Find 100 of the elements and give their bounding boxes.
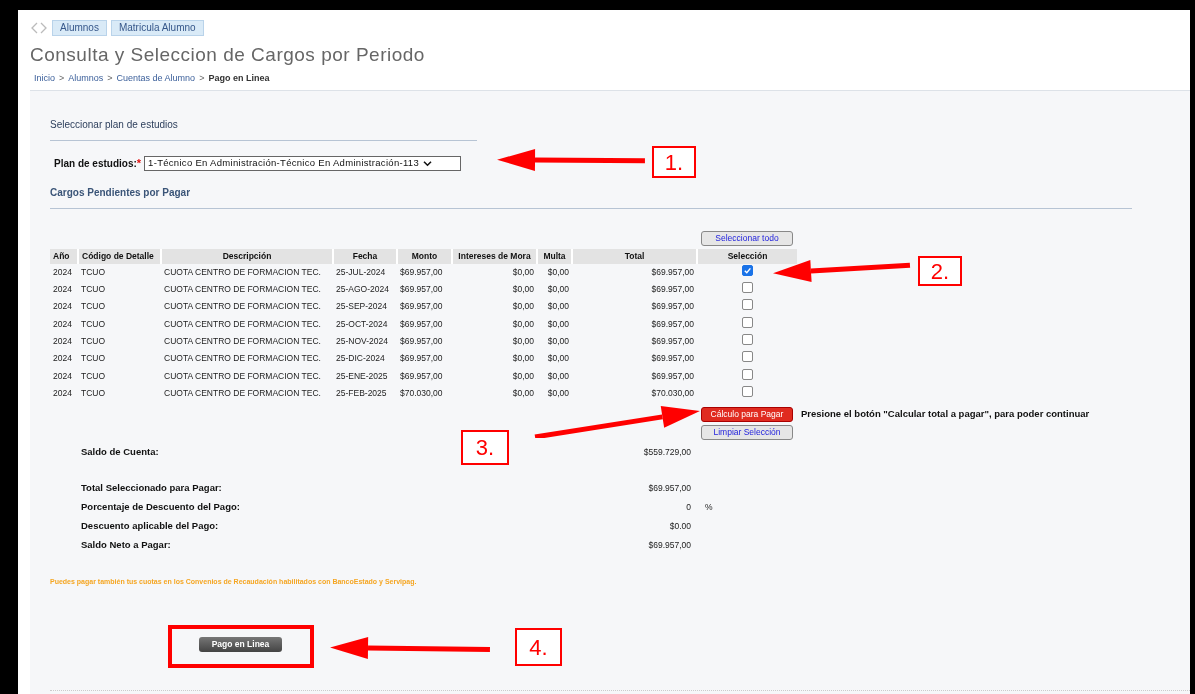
table-cell-text: $0,00 (511, 334, 535, 348)
breadcrumb-link[interactable]: Cuentas de Alumno (116, 72, 196, 84)
table-cell-text: 2024 (52, 300, 73, 314)
checkbox[interactable] (741, 265, 753, 277)
table-cell-text: 2024 (52, 334, 73, 348)
checkbox[interactable] (741, 368, 753, 380)
instruction-text: Presione el botón "Calcular total a pagar", para poder continuar (801, 407, 1090, 422)
checkbox[interactable] (741, 333, 753, 345)
breadcrumb-link[interactable]: Alumnos (68, 72, 104, 84)
summary-value: $559.729,00 (643, 446, 691, 459)
section-heading: Cargos Pendientes por Pagar (50, 186, 191, 198)
table-cell-text: TCUO (80, 369, 107, 383)
column-header: Descripción (161, 248, 333, 264)
column-header: Multa (537, 248, 572, 264)
checkbox[interactable] (741, 282, 753, 294)
table-cell: $0,00 (537, 263, 572, 281)
table-cell-text: 25-SEP-2024 (335, 300, 389, 314)
table-cell-text: $69.957,00 (650, 369, 695, 383)
unit-label: % (705, 501, 713, 514)
summary-label: Saldo Neto a Pagar: (81, 538, 172, 553)
table-cell-text: CUOTA CENTRO DE FORMACION TEC. (163, 317, 322, 331)
table-cell-text: 25-AGO-2024 (335, 283, 390, 297)
select-all-button[interactable]: Seleccionar todo (701, 230, 793, 246)
required-mark: * (136, 156, 142, 171)
checkbox[interactable] (741, 385, 753, 397)
table-cell-text: TCUO (80, 300, 107, 314)
table-cell-text: TCUO (80, 283, 107, 297)
back-forward-icon[interactable] (30, 22, 48, 34)
table-cell-text: 2024 (52, 369, 73, 383)
summary-label: Saldo de Cuenta: (81, 445, 160, 460)
plan-select[interactable]: 1-Técnico En Administración-Técnico En Administración-113 (144, 155, 462, 171)
column-header: Total (572, 248, 697, 264)
table-cell-text: $69.957,00 (399, 369, 444, 383)
table-cell-text: $0,00 (546, 386, 570, 400)
checkbox[interactable] (741, 351, 753, 363)
nav-tab[interactable]: Matricula Alumno (110, 20, 204, 36)
column-header: Monto (397, 248, 452, 264)
table-cell-text: 25-FEB-2025 (335, 386, 388, 400)
table-cell-text: $69.957,00 (650, 300, 695, 314)
table-cell-text: TCUO (80, 317, 107, 331)
summary-value: $69.957,00 (648, 482, 691, 495)
table-cell-text: $69.957,00 (399, 317, 444, 331)
summary-label: Descuento aplicable del Pago: (81, 519, 220, 534)
table-cell: 2024 (50, 263, 78, 281)
table-cell-text: $0,00 (511, 352, 535, 366)
table-cell-text: $0,00 (546, 352, 570, 366)
calculate-button[interactable]: Cálculo para Pagar (701, 406, 793, 422)
breadcrumb-separator: > (59, 72, 65, 84)
summary-value: $0.00 (669, 520, 691, 533)
table-cell-text: $69.957,00 (399, 300, 444, 314)
section-heading: Seleccionar plan de estudios (50, 119, 178, 130)
breadcrumb-link[interactable]: Inicio (34, 72, 55, 84)
table-cell-text: $0,00 (546, 369, 570, 383)
table-cell-text: $0,00 (546, 334, 570, 348)
breadcrumb-current: Pago en Linea (208, 72, 270, 84)
table-cell-text: $0,00 (546, 300, 570, 314)
table-cell-text: 25-ENE-2025 (335, 369, 389, 383)
summary-value: $69.957,00 (648, 539, 691, 552)
table-cell-text: 2024 (52, 352, 73, 366)
table-cell-text: $0,00 (546, 283, 570, 297)
column-header: Selección (697, 248, 797, 264)
online-payment-button[interactable]: Pago en Linea (199, 637, 282, 653)
table-cell-text: CUOTA CENTRO DE FORMACION TEC. (163, 386, 322, 400)
step-number: 2. (918, 256, 962, 286)
table-cell-text: CUOTA CENTRO DE FORMACION TEC. (163, 334, 322, 348)
nav-tab[interactable]: Alumnos (52, 20, 107, 36)
step-number: 4. (515, 628, 562, 666)
column-header: Intereses de Mora (452, 248, 537, 264)
step-number: 3. (461, 430, 509, 465)
table-cell-text: $70.030,00 (399, 386, 444, 400)
summary-label: Porcentaje de Descuento del Pago: (81, 500, 241, 515)
clear-selection-button[interactable]: Limpiar Selección (701, 424, 793, 440)
table-cell-text: 2024 (52, 317, 73, 331)
table-cell-text: 2024 (52, 386, 73, 400)
table-cell: 25-JUL-2024 (333, 263, 397, 281)
table-cell-text: $69.957,00 (650, 283, 695, 297)
table-cell-text: 2024 (52, 283, 73, 297)
table-cell-text: $0,00 (511, 300, 535, 314)
table-cell-text: CUOTA CENTRO DE FORMACION TEC. (163, 369, 322, 383)
table-cell-text: $69.957,00 (650, 352, 695, 366)
checkbox[interactable] (741, 299, 753, 311)
table-cell-text: $69.957,00 (650, 317, 695, 331)
table-cell-text: CUOTA CENTRO DE FORMACION TEC. (163, 300, 322, 314)
page-title: Consulta y Seleccion de Cargos por Periodo (30, 43, 426, 67)
checkbox[interactable] (741, 316, 753, 328)
breadcrumb-separator: > (199, 72, 205, 84)
table-cell-text: 25-OCT-2024 (335, 317, 389, 331)
table-cell-text: $0,00 (511, 283, 535, 297)
table-cell: TCUO (78, 263, 161, 281)
table-cell: $69.957,00 (572, 263, 697, 281)
table-cell-text: $70.030,00 (650, 386, 695, 400)
table-cell-text: $0,00 (511, 317, 535, 331)
summary-label: Total Seleccionado para Pagar: (81, 481, 223, 496)
table-cell-text: $69.957,00 (399, 283, 444, 297)
table-cell-text: $69.957,00 (399, 334, 444, 348)
table-cell-text: CUOTA CENTRO DE FORMACION TEC. (163, 283, 322, 297)
column-header: Código de Detalle (78, 248, 161, 264)
table-cell: $69.957,00 (397, 263, 452, 281)
chevron-down-icon (423, 159, 432, 167)
table-cell-text: TCUO (80, 386, 107, 400)
